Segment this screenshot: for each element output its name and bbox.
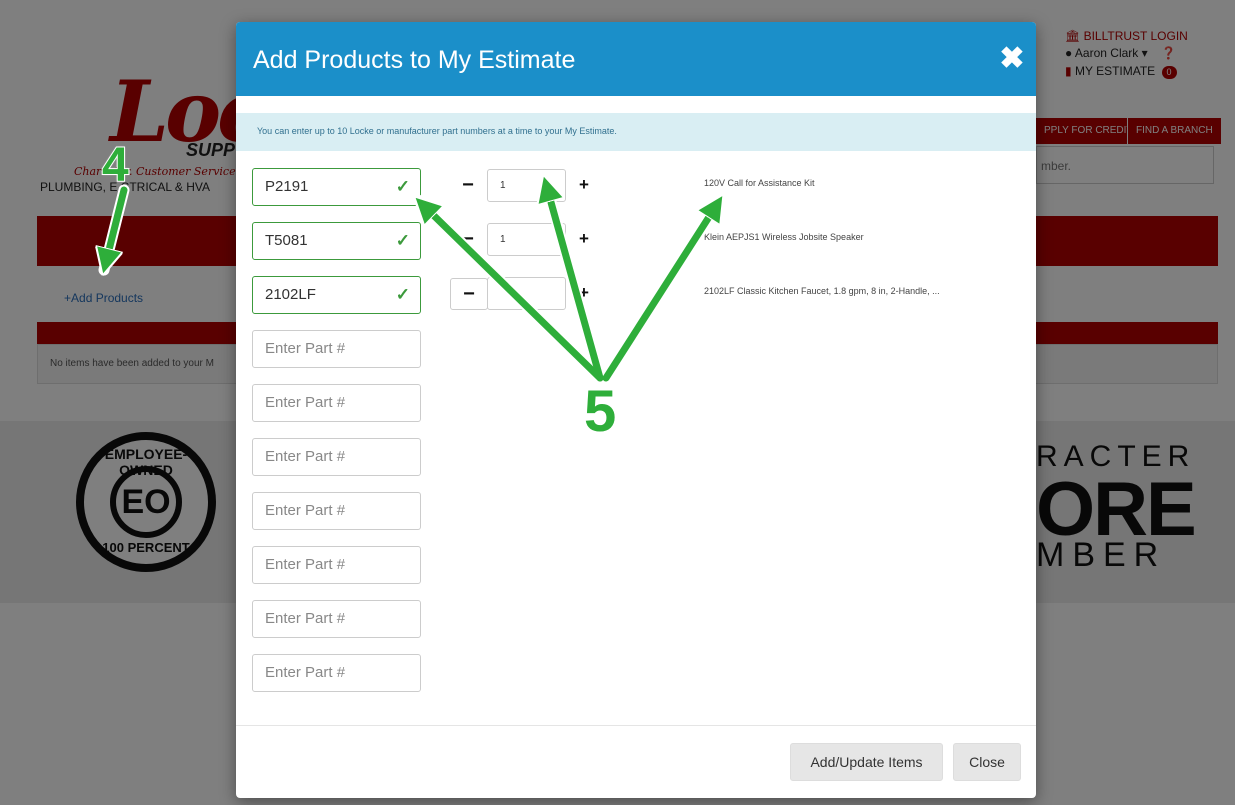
qty-decrement-button[interactable]: − (458, 170, 478, 202)
part-number-input[interactable]: Enter Part # (252, 546, 421, 584)
quantity-input[interactable]: 1 (487, 169, 566, 202)
part-number-input[interactable]: Enter Part # (252, 654, 421, 692)
add-products-modal: Add Products to My Estimate ✖ You can en… (236, 22, 1036, 798)
annotation-step-4: 4 (101, 138, 130, 193)
part-number-placeholder: Enter Part # (265, 340, 346, 357)
part-number-input[interactable]: Enter Part # (252, 384, 421, 422)
part-number-placeholder: Enter Part # (265, 556, 346, 573)
product-description: 120V Call for Assistance Kit (704, 178, 815, 188)
part-number-value: T5081 (265, 232, 308, 249)
modal-footer: Add/Update Items Close (236, 725, 1036, 798)
add-update-items-button[interactable]: Add/Update Items (790, 743, 943, 781)
product-description: 2102LF Classic Kitchen Faucet, 1.8 gpm, … (704, 286, 940, 296)
part-number-input[interactable]: Enter Part # (252, 492, 421, 530)
part-number-input[interactable]: Enter Part # (252, 330, 421, 368)
modal-header: Add Products to My Estimate ✖ (236, 22, 1036, 96)
part-number-value: P2191 (265, 178, 309, 195)
product-description: Klein AEPJS1 Wireless Jobsite Speaker (704, 232, 864, 242)
modal-title: Add Products to My Estimate (253, 46, 576, 74)
quantity-input[interactable]: 1 (487, 223, 566, 256)
qty-increment-button[interactable]: + (574, 170, 594, 202)
info-banner: You can enter up to 10 Locke or manufact… (236, 113, 1036, 151)
part-number-placeholder: Enter Part # (265, 394, 346, 411)
part-number-input[interactable]: Enter Part # (252, 600, 421, 638)
quantity-input[interactable] (487, 277, 566, 310)
part-number-input[interactable]: 2102LF ✓ (252, 276, 421, 314)
close-icon[interactable]: ✖ (998, 42, 1026, 76)
part-number-input[interactable]: Enter Part # (252, 438, 421, 476)
part-number-value: 2102LF (265, 286, 316, 303)
qty-decrement-button[interactable]: − (458, 224, 478, 256)
qty-increment-button[interactable]: + (574, 224, 594, 256)
part-number-input[interactable]: T5081 ✓ (252, 222, 421, 260)
check-icon: ✓ (395, 177, 410, 196)
part-number-placeholder: Enter Part # (265, 502, 346, 519)
part-number-input[interactable]: P2191 ✓ (252, 168, 421, 206)
part-number-placeholder: Enter Part # (265, 664, 346, 681)
annotation-step-5: 5 (583, 378, 617, 445)
part-number-placeholder: Enter Part # (265, 448, 346, 465)
qty-decrement-button[interactable]: − (450, 278, 488, 310)
qty-increment-button[interactable]: + (574, 278, 594, 310)
part-number-placeholder: Enter Part # (265, 610, 346, 627)
check-icon: ✓ (395, 231, 410, 250)
close-button[interactable]: Close (953, 743, 1021, 781)
check-icon: ✓ (395, 285, 410, 304)
info-text: You can enter up to 10 Locke or manufact… (257, 126, 617, 136)
